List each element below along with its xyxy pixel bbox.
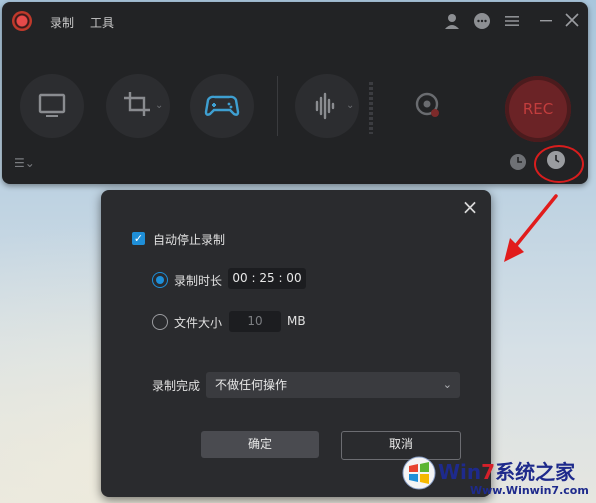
webcam-icon xyxy=(415,92,439,117)
auto-stop-dialog: × ✓ 自动停止录制 录制时长 00 : 25 : 00 文件大小 10 MB … xyxy=(101,190,491,497)
close-icon[interactable]: × xyxy=(459,196,481,218)
audio-dropdown-icon[interactable]: ⌄ xyxy=(346,100,354,111)
watermark-brand-prefix: Win xyxy=(438,460,482,484)
recorder-window: 录制 工具 ⌄ ⌄ REC ☰⌄ xyxy=(2,2,588,184)
menu-record[interactable]: 录制 xyxy=(50,14,74,31)
menu-tools[interactable]: 工具 xyxy=(90,14,114,31)
duration-radio[interactable] xyxy=(152,272,168,288)
audio-level-meter xyxy=(369,82,373,134)
filesize-radio[interactable] xyxy=(152,314,168,330)
auto-stop-checkbox[interactable]: ✓ xyxy=(132,232,145,245)
webcam-button[interactable] xyxy=(397,74,461,138)
app-logo-icon xyxy=(12,11,32,31)
list-icon[interactable]: ☰⌄ xyxy=(14,156,35,170)
schedule-icon[interactable] xyxy=(510,154,526,170)
highlight-circle xyxy=(534,145,584,183)
watermark-brand-seven: 7 xyxy=(481,460,496,484)
filesize-unit: MB xyxy=(287,314,306,328)
windows-logo-icon xyxy=(402,456,436,490)
on-complete-select[interactable]: 不做任何操作 ⌄ xyxy=(206,372,460,398)
title-bar: 录制 工具 xyxy=(2,2,588,40)
watermark-url: Www.Winwin7.com xyxy=(470,484,589,497)
annotation-arrow-icon xyxy=(504,194,558,262)
auto-stop-label: 自动停止录制 xyxy=(153,233,226,247)
monitor-icon xyxy=(38,93,66,117)
menu-icon[interactable] xyxy=(503,12,521,30)
on-complete-label: 录制完成 xyxy=(152,379,201,393)
close-window-icon[interactable] xyxy=(563,11,581,29)
chevron-down-icon: ⌄ xyxy=(442,378,452,391)
user-icon[interactable] xyxy=(443,12,461,30)
watermark-brand: Win7系统之家 xyxy=(438,456,575,485)
toolbar-divider xyxy=(277,76,278,136)
filesize-label: 文件大小 xyxy=(174,316,223,330)
game-record-button[interactable] xyxy=(190,74,254,138)
chat-icon[interactable] xyxy=(473,12,491,30)
gamepad-icon xyxy=(204,95,240,116)
rec-button[interactable]: REC xyxy=(505,76,571,142)
minimize-icon[interactable] xyxy=(537,11,555,29)
on-complete-value: 不做任何操作 xyxy=(215,378,288,392)
duration-input[interactable]: 00 : 25 : 00 xyxy=(228,268,306,289)
watermark-brand-suffix: 系统之家 xyxy=(495,460,576,484)
duration-label: 录制时长 xyxy=(174,274,223,288)
filesize-input[interactable]: 10 xyxy=(229,311,281,332)
screen-record-button[interactable] xyxy=(20,74,84,138)
ok-button[interactable]: 确定 xyxy=(201,431,319,458)
region-dropdown-icon[interactable]: ⌄ xyxy=(155,100,163,111)
